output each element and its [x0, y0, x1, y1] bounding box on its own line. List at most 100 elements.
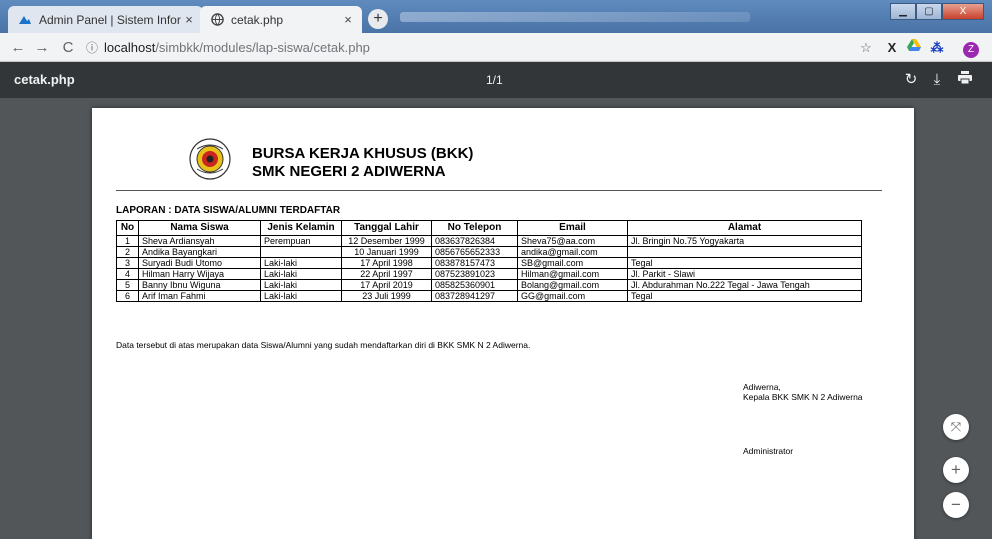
- close-window-button[interactable]: X: [942, 3, 984, 20]
- cell-gender: Laki-laki: [260, 290, 342, 302]
- report-heading-line2: SMK NEGERI 2 ADIWERNA: [252, 163, 446, 180]
- zoom-out-button[interactable]: −: [943, 492, 969, 518]
- col-header: Jenis Kelamin: [260, 220, 342, 236]
- tab-title: cetak.php: [231, 12, 284, 27]
- pdf-toolbar: cetak.php 1/1 ↻ ⤓: [0, 62, 992, 98]
- cell-email: SB@gmail.com: [517, 257, 628, 269]
- zoom-in-button[interactable]: +: [943, 457, 969, 483]
- signature-place: Adiwerna,: [743, 382, 781, 392]
- cell-address: Jl. Abdurahman No.222 Tegal - Jawa Tenga…: [627, 279, 862, 291]
- cell-gender: [260, 246, 342, 258]
- cell-phone: 083637826384: [431, 235, 518, 247]
- col-header: Tanggal Lahir: [341, 220, 432, 236]
- cell-email: Bolang@gmail.com: [517, 279, 628, 291]
- col-header: No Telepon: [431, 220, 518, 236]
- print-icon[interactable]: [955, 70, 975, 90]
- bookmark-star-icon[interactable]: ☆: [856, 38, 876, 58]
- table-header-row: No Nama Siswa Jenis Kelamin Tanggal Lahi…: [116, 220, 862, 236]
- new-tab-button[interactable]: +: [368, 9, 388, 29]
- cell-birthdate: 17 April 1998: [341, 257, 432, 269]
- col-header: Nama Siswa: [138, 220, 261, 236]
- profile-avatar[interactable]: Z: [961, 38, 981, 58]
- cell-no: 5: [116, 279, 139, 291]
- col-header: No: [116, 220, 139, 236]
- table-row: 5 Banny Ibnu Wiguna Laki-laki 17 April 2…: [116, 279, 862, 291]
- signature-role: Kepala BKK SMK N 2 Adiwerna: [743, 392, 863, 402]
- dropbox-icon[interactable]: ⁂: [927, 38, 947, 58]
- cell-name: Suryadi Budi Utomo: [138, 257, 261, 269]
- forward-icon[interactable]: →: [32, 38, 52, 58]
- cell-gender: Laki-laki: [260, 268, 342, 280]
- signature-name: Administrator: [743, 446, 794, 456]
- cell-name: Hilman Harry Wijaya: [138, 268, 261, 280]
- window-title-blur: [400, 12, 750, 22]
- cell-gender: Laki-laki: [260, 257, 342, 269]
- tab-admin-panel[interactable]: Admin Panel | Sistem Informasi B ×: [8, 6, 203, 33]
- cell-gender: Laki-laki: [260, 279, 342, 291]
- cell-name: Banny Ibnu Wiguna: [138, 279, 261, 291]
- site-info-icon[interactable]: ⓘ: [86, 39, 104, 56]
- extension-x-icon[interactable]: X: [882, 38, 902, 58]
- cell-address: [627, 246, 862, 258]
- col-header: Email: [517, 220, 628, 236]
- tab-strip: Admin Panel | Sistem Informasi B × cetak…: [0, 0, 992, 33]
- minimize-button[interactable]: ▁: [890, 3, 916, 20]
- tab-title: Admin Panel | Sistem Informasi B: [39, 12, 181, 27]
- report-heading-line1: BURSA KERJA KHUSUS (BKK): [252, 145, 474, 162]
- rotate-icon[interactable]: ↻: [901, 70, 921, 90]
- url-path: /simbkk/modules/lap-siswa/cetak.php: [155, 40, 370, 55]
- cell-email: GG@gmail.com: [517, 290, 628, 302]
- back-icon[interactable]: ←: [8, 38, 28, 58]
- cell-no: 3: [116, 257, 139, 269]
- browser-toolbar: ← → C ⓘ localhost/simbkk/modules/lap-sis…: [0, 33, 992, 62]
- url-host: localhost: [104, 40, 156, 55]
- cell-address: Jl. Bringin No.75 Yogyakarta: [627, 235, 862, 247]
- reload-icon[interactable]: C: [58, 38, 78, 58]
- col-header: Alamat: [627, 220, 862, 236]
- cell-phone: 085825360901: [431, 279, 518, 291]
- tab-cetak[interactable]: cetak.php ×: [200, 6, 362, 33]
- cell-name: Sheva Ardiansyah: [138, 235, 261, 247]
- window-controls: ▁ ▢ X: [890, 3, 984, 20]
- download-icon[interactable]: ⤓: [927, 70, 947, 90]
- cell-birthdate: 12 Desember 1999: [341, 235, 432, 247]
- cell-no: 6: [116, 290, 139, 302]
- cell-email: Sheva75@aa.com: [517, 235, 628, 247]
- cell-phone: 087523891023: [431, 268, 518, 280]
- cell-no: 4: [116, 268, 139, 280]
- fit-page-button[interactable]: ⤧: [943, 414, 969, 440]
- cell-phone: 0856765652333: [431, 246, 518, 258]
- table-row: 1 Sheva Ardiansyah Perempuan 12 Desember…: [116, 235, 862, 247]
- cell-address: Jl. Parkit - Slawi: [627, 268, 862, 280]
- globe-icon: [210, 13, 224, 27]
- address-bar[interactable]: ⓘ localhost/simbkk/modules/lap-siswa/cet…: [86, 37, 876, 58]
- cell-name: Arif Iman Fahmi: [138, 290, 261, 302]
- cell-email: andika@gmail.com: [517, 246, 628, 258]
- report-title: LAPORAN : DATA SISWA/ALUMNI TERDAFTAR: [116, 205, 341, 216]
- cell-phone: 083878157473: [431, 257, 518, 269]
- report-note: Data tersebut di atas merupakan data Sis…: [116, 340, 531, 350]
- table-row: 2 Andika Bayangkari 10 Januari 1999 0856…: [116, 246, 862, 258]
- cell-no: 1: [116, 235, 139, 247]
- school-logo: [189, 138, 231, 180]
- cell-gender: Perempuan: [260, 235, 342, 247]
- profile-initial: Z: [963, 42, 979, 58]
- table-row: 3 Suryadi Budi Utomo Laki-laki 17 April …: [116, 257, 862, 269]
- cell-email: Hilman@gmail.com: [517, 268, 628, 280]
- cell-birthdate: 22 April 1997: [341, 268, 432, 280]
- tab-close-icon[interactable]: ×: [340, 12, 356, 27]
- pdf-page: BURSA KERJA KHUSUS (BKK) SMK NEGERI 2 AD…: [92, 108, 914, 539]
- drive-icon[interactable]: [904, 38, 924, 58]
- pdf-title: cetak.php: [14, 72, 75, 87]
- table-row: 4 Hilman Harry Wijaya Laki-laki 22 April…: [116, 268, 862, 280]
- pdf-viewer[interactable]: BURSA KERJA KHUSUS (BKK) SMK NEGERI 2 AD…: [0, 98, 992, 539]
- maximize-button[interactable]: ▢: [916, 3, 942, 20]
- cell-address: Tegal: [627, 257, 862, 269]
- student-table: No Nama Siswa Jenis Kelamin Tanggal Lahi…: [116, 220, 862, 302]
- cell-birthdate: 10 Januari 1999: [341, 246, 432, 258]
- header-divider: [116, 190, 882, 191]
- cell-phone: 083728941297: [431, 290, 518, 302]
- tab-close-icon[interactable]: ×: [181, 12, 197, 27]
- page-indicator: 1/1: [486, 73, 503, 87]
- cell-birthdate: 17 April 2019: [341, 279, 432, 291]
